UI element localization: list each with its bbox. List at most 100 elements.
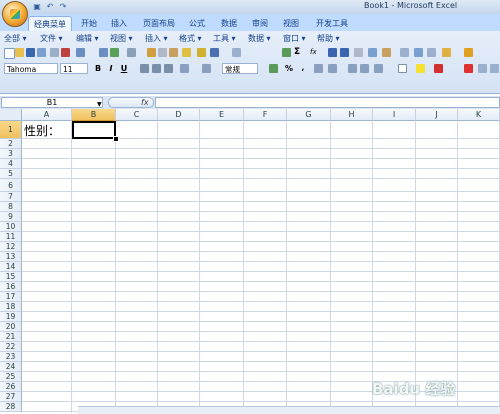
borders-icon[interactable] (398, 64, 407, 73)
sort-ascending-icon[interactable] (328, 48, 337, 57)
row-header-22[interactable]: 22 (0, 342, 22, 352)
row-header-26[interactable]: 26 (0, 382, 22, 392)
align-right-icon[interactable] (164, 64, 173, 73)
row-header-10[interactable]: 10 (0, 222, 22, 232)
menu-data[interactable]: 数据 ▾ (248, 33, 271, 45)
email-icon[interactable] (50, 48, 59, 57)
insert-function-icon[interactable]: fx (141, 97, 149, 108)
align-center-icon[interactable] (152, 64, 161, 73)
sort-descending-icon[interactable] (340, 48, 349, 57)
column-header-j[interactable]: J (416, 109, 458, 121)
active-cell-b1[interactable] (72, 121, 116, 139)
merge-center-icon[interactable] (180, 64, 189, 73)
save-icon[interactable] (26, 48, 35, 57)
menu-insert[interactable]: 插入 ▾ (145, 33, 168, 45)
currency-icon[interactable] (269, 64, 278, 73)
row-header-6[interactable]: 6 (0, 179, 22, 192)
formula-input[interactable] (155, 97, 500, 108)
row-header-17[interactable]: 17 (0, 292, 22, 302)
row-header-12[interactable]: 12 (0, 242, 22, 252)
column-header-b[interactable]: B (72, 109, 116, 121)
column-header-c[interactable]: C (116, 109, 158, 121)
tab-data[interactable]: 数据 (218, 16, 240, 31)
function-icon[interactable]: fx (310, 48, 319, 57)
row-header-3[interactable]: 3 (0, 149, 22, 159)
drawing-icon[interactable] (382, 48, 391, 57)
chart-icon[interactable] (368, 48, 377, 57)
row-header-2[interactable]: 2 (0, 139, 22, 149)
tab-home[interactable]: 开始 (78, 16, 100, 31)
column-header-f[interactable]: F (244, 109, 287, 121)
column-header-g[interactable]: G (287, 109, 331, 121)
open-icon[interactable] (15, 48, 24, 57)
tab-view[interactable]: 视图 (280, 16, 302, 31)
menu-tools[interactable]: 工具 ▾ (213, 33, 236, 45)
menu-file[interactable]: 文件 ▾ (40, 33, 63, 45)
column-header-h[interactable]: H (331, 109, 373, 121)
permission-icon[interactable] (37, 48, 46, 57)
row-header-8[interactable]: 8 (0, 202, 22, 212)
row-header-7[interactable]: 7 (0, 192, 22, 202)
autosum-icon[interactable]: Σ (294, 48, 303, 57)
row-header-16[interactable]: 16 (0, 282, 22, 292)
row-header-5[interactable]: 5 (0, 169, 22, 179)
menu-view[interactable]: 视图 ▾ (110, 33, 133, 45)
cut-icon[interactable] (147, 48, 156, 57)
copy-icon[interactable] (158, 48, 167, 57)
decrease-indent-icon[interactable] (348, 64, 357, 73)
brush-icon[interactable] (197, 48, 206, 57)
more-icon[interactable] (490, 64, 499, 73)
row-header-4[interactable]: 4 (0, 159, 22, 169)
row-header-13[interactable]: 13 (0, 252, 22, 262)
menu-help[interactable]: 帮助 ▾ (317, 33, 340, 45)
align-left-icon[interactable] (140, 64, 149, 73)
row-header-23[interactable]: 23 (0, 352, 22, 362)
menu-all[interactable]: 全部 ▾ (4, 33, 27, 45)
tab-classic-menu[interactable]: 经典菜单 (28, 16, 72, 31)
increase-decimal-icon[interactable] (314, 64, 323, 73)
menu-edit[interactable]: 编辑 ▾ (76, 33, 99, 45)
format-painter-icon[interactable] (182, 48, 191, 57)
column-header-d[interactable]: D (158, 109, 200, 121)
table-icon[interactable] (414, 48, 423, 57)
fill-handle[interactable] (113, 136, 119, 142)
column-header-i[interactable]: I (373, 109, 416, 121)
column-header-a[interactable]: A (22, 109, 72, 121)
row-header-20[interactable]: 20 (0, 322, 22, 332)
columns-icon[interactable] (427, 48, 436, 57)
office-button[interactable] (2, 1, 28, 27)
tab-developer[interactable]: 开发工具 (312, 16, 352, 31)
pdf-icon[interactable] (61, 48, 70, 57)
row-header-1[interactable]: 1 (0, 121, 22, 139)
menu-format[interactable]: 格式 ▾ (179, 33, 202, 45)
print-preview-icon[interactable] (99, 48, 108, 57)
comma-icon[interactable]: , (298, 63, 308, 74)
column-header-k[interactable]: K (458, 109, 500, 121)
print-icon[interactable] (76, 48, 85, 57)
font-size-select[interactable]: 11 (60, 63, 88, 74)
row-header-28[interactable]: 28 (0, 402, 22, 412)
row-header-18[interactable]: 18 (0, 302, 22, 312)
research-icon[interactable] (127, 48, 136, 57)
row-header-21[interactable]: 21 (0, 332, 22, 342)
undo-icon[interactable] (210, 48, 219, 57)
help-icon[interactable] (464, 48, 473, 57)
redo-icon[interactable] (232, 48, 241, 57)
autoformat-icon[interactable] (374, 64, 383, 73)
row-header-15[interactable]: 15 (0, 272, 22, 282)
new-icon[interactable] (4, 48, 15, 59)
zoom-in-icon[interactable] (478, 64, 487, 73)
row-header-27[interactable]: 27 (0, 392, 22, 402)
zoom-icon[interactable] (400, 48, 409, 57)
hyperlink-icon[interactable] (282, 48, 291, 57)
tab-formulas[interactable]: 公式 (186, 16, 208, 31)
chart-wizard-icon[interactable] (464, 64, 473, 73)
tab-page-layout[interactable]: 页面布局 (139, 16, 179, 31)
tab-review[interactable]: 审阅 (249, 16, 271, 31)
number-format-select[interactable]: 常规 (222, 63, 258, 74)
select-all-corner[interactable] (0, 109, 22, 121)
decrease-decimal-icon[interactable] (328, 64, 337, 73)
folder-icon[interactable] (442, 48, 451, 57)
cell-a1[interactable]: 性别： (24, 122, 60, 140)
font-name-select[interactable]: Tahoma (4, 63, 58, 74)
